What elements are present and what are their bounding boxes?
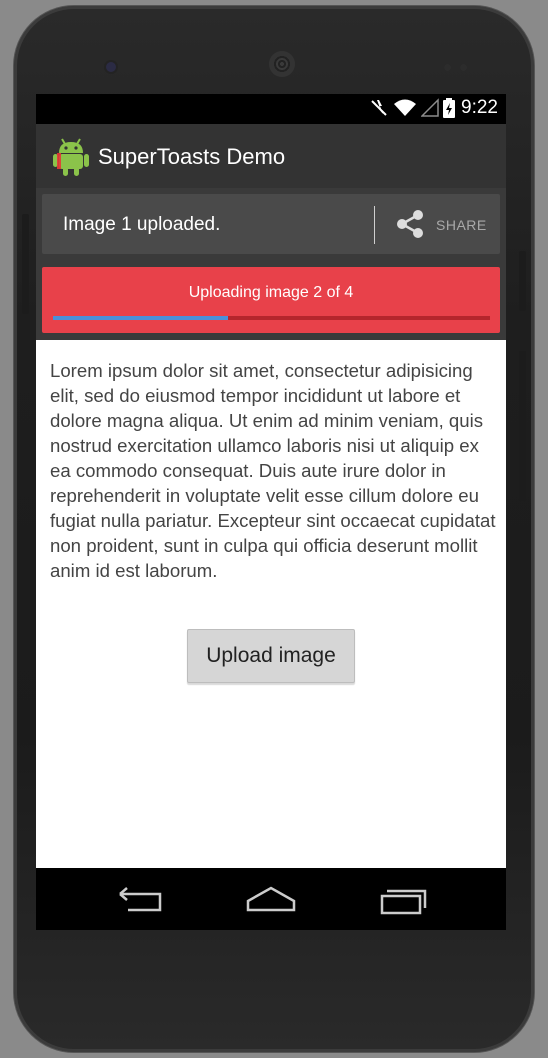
phone-frame: 9:22 SuperToasts Demo Image 1 uploaded. … (14, 6, 534, 1052)
share-toast-message: Image 1 uploaded. (63, 214, 221, 235)
screen: 9:22 SuperToasts Demo Image 1 uploaded. … (36, 94, 506, 930)
front-camera (106, 62, 116, 72)
android-robot-icon[interactable] (52, 136, 90, 176)
progress-toast-message: Uploading image 2 of 4 (188, 284, 354, 301)
share-icon[interactable] (394, 208, 426, 240)
progress-toast: Uploading image 2 of 4 (42, 267, 500, 333)
upload-progress-bar (53, 316, 490, 320)
battery-icon (443, 98, 456, 118)
body-text: Lorem ipsum dolor sit amet, consectetur … (50, 360, 496, 581)
upload-image-button[interactable]: Upload image (187, 629, 355, 683)
back-icon[interactable] (110, 882, 170, 918)
share-button[interactable]: SHARE (436, 217, 487, 233)
upload-progress-fill (53, 316, 228, 320)
status-clock: 9:22 (461, 97, 498, 118)
side-button (519, 351, 526, 501)
action-bar: SuperToasts Demo (36, 124, 506, 188)
proximity-sensor (444, 64, 451, 71)
volume-button (22, 214, 29, 314)
navigation-bar (36, 868, 506, 930)
app-title: SuperToasts Demo (98, 144, 286, 169)
recent-apps-icon[interactable] (373, 882, 433, 918)
share-toast: Image 1 uploaded. SHARE (42, 194, 500, 254)
main-content: Lorem ipsum dolor sit amet, consectetur … (36, 340, 506, 868)
wifi-icon (393, 98, 417, 118)
light-sensor (460, 64, 467, 71)
signal-icon (421, 98, 439, 118)
notification-icon (369, 98, 389, 118)
status-bar: 9:22 (36, 94, 506, 124)
toast-divider (374, 206, 375, 244)
power-button (519, 251, 526, 311)
speaker-grill (269, 51, 295, 77)
home-icon[interactable] (241, 882, 301, 918)
